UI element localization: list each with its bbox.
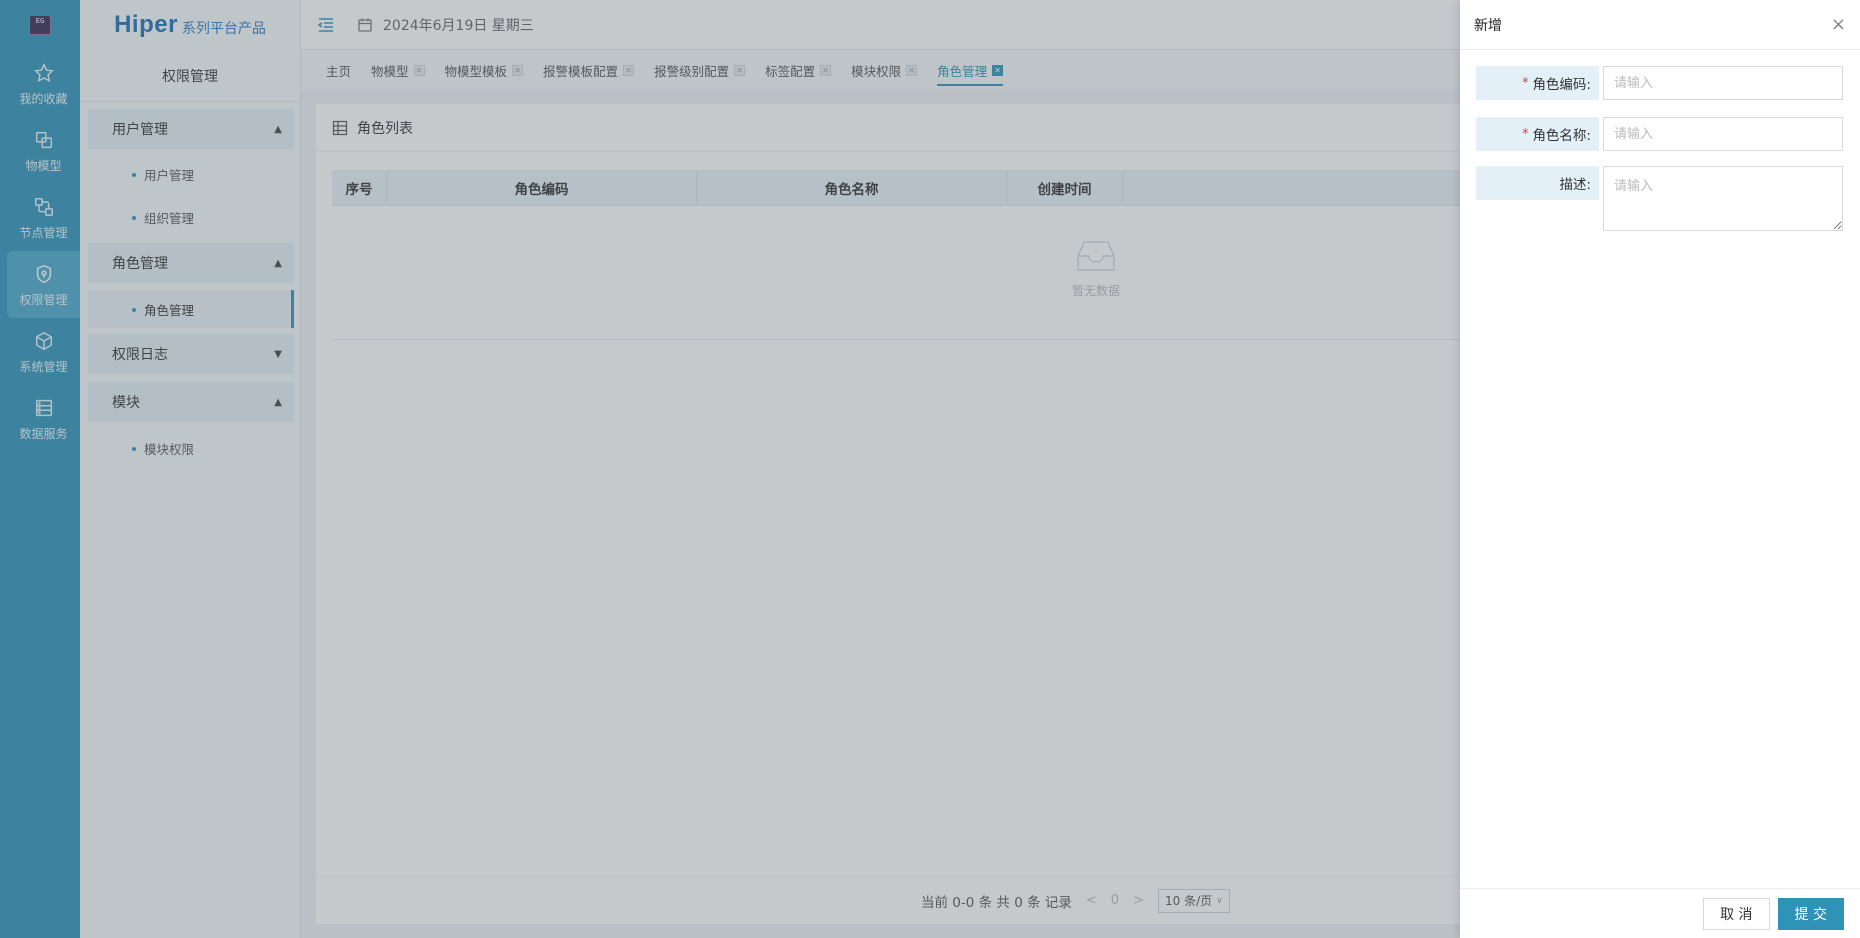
- field-label-text: 描述:: [1559, 177, 1591, 193]
- add-role-drawer: 新增 × * 角色编码: * 角色名称: 描述: 取 消 提 交: [1460, 0, 1860, 938]
- field-label-text: 角色编码:: [1532, 77, 1591, 93]
- cancel-button[interactable]: 取 消: [1703, 897, 1770, 930]
- form-row-description: 描述:: [1476, 166, 1846, 231]
- modal-mask[interactable]: [0, 0, 1460, 938]
- submit-button[interactable]: 提 交: [1777, 897, 1844, 930]
- role-code-label: * 角色编码:: [1476, 66, 1599, 100]
- required-asterisk: *: [1521, 75, 1529, 91]
- role-name-input[interactable]: [1603, 117, 1843, 151]
- role-code-input[interactable]: [1603, 66, 1843, 100]
- close-icon[interactable]: ×: [1831, 14, 1846, 35]
- drawer-header: 新增 ×: [1460, 0, 1860, 50]
- field-label-text: 角色名称:: [1532, 128, 1591, 144]
- drawer-title: 新增: [1474, 17, 1502, 34]
- drawer-footer: 取 消 提 交: [1460, 888, 1860, 938]
- form-row-role-name: * 角色名称:: [1476, 117, 1846, 151]
- description-label: 描述:: [1476, 166, 1599, 200]
- required-asterisk: *: [1521, 126, 1529, 142]
- role-name-label: * 角色名称:: [1476, 117, 1599, 151]
- description-textarea[interactable]: [1603, 166, 1843, 231]
- form-row-role-code: * 角色编码:: [1476, 66, 1846, 100]
